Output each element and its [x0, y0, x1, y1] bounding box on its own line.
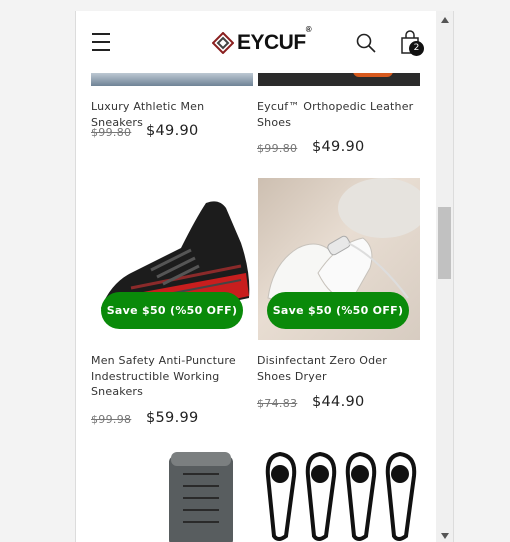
- product-image-winter-boots[interactable]: [91, 446, 253, 542]
- product-price: $44.90: [312, 394, 365, 410]
- site-header: EYCUF® 2: [76, 11, 435, 73]
- scrollbar-thumb[interactable]: [438, 207, 451, 279]
- page-scrollbar[interactable]: [436, 11, 453, 542]
- product-image-leather-shoes[interactable]: [258, 71, 420, 86]
- product-title[interactable]: Men Safety Anti-Puncture Indestructible …: [91, 353, 241, 400]
- save-badge: Save $50 (%50 OFF): [267, 292, 409, 329]
- product-price: $59.99: [146, 410, 199, 426]
- product-image-athletic-sneakers[interactable]: [91, 71, 253, 86]
- brand-logo[interactable]: EYCUF®: [212, 25, 312, 55]
- scroll-down-arrow-icon[interactable]: [441, 533, 449, 539]
- product-compare-price: $99.80: [257, 142, 298, 155]
- product-image-ice-cleats[interactable]: [258, 446, 420, 542]
- product-price: $49.90: [146, 123, 199, 139]
- browser-viewport: EYCUF® 2 Luxury Athletic Men Sneakers $9…: [75, 11, 454, 542]
- product-title[interactable]: Eycuf™ Orthopedic Leather Shoes: [257, 99, 417, 130]
- search-icon[interactable]: [356, 33, 376, 53]
- scroll-up-arrow-icon[interactable]: [441, 17, 449, 23]
- hamburger-menu-icon[interactable]: [92, 33, 110, 51]
- brand-logo-icon: [212, 32, 234, 54]
- boot-illustration: [169, 452, 233, 542]
- brand-name: EYCUF®: [237, 25, 312, 54]
- ice-cleats-illustration: [265, 451, 417, 541]
- product-price: $49.90: [312, 139, 365, 155]
- save-badge: Save $50 (%50 OFF): [101, 292, 243, 329]
- product-compare-price: $99.98: [91, 413, 132, 426]
- product-title[interactable]: Disinfectant Zero Oder Shoes Dryer: [257, 353, 422, 384]
- product-compare-price: $74.83: [257, 397, 298, 410]
- cart-count-badge: 2: [409, 41, 424, 56]
- product-compare-price: $99.80: [91, 126, 132, 139]
